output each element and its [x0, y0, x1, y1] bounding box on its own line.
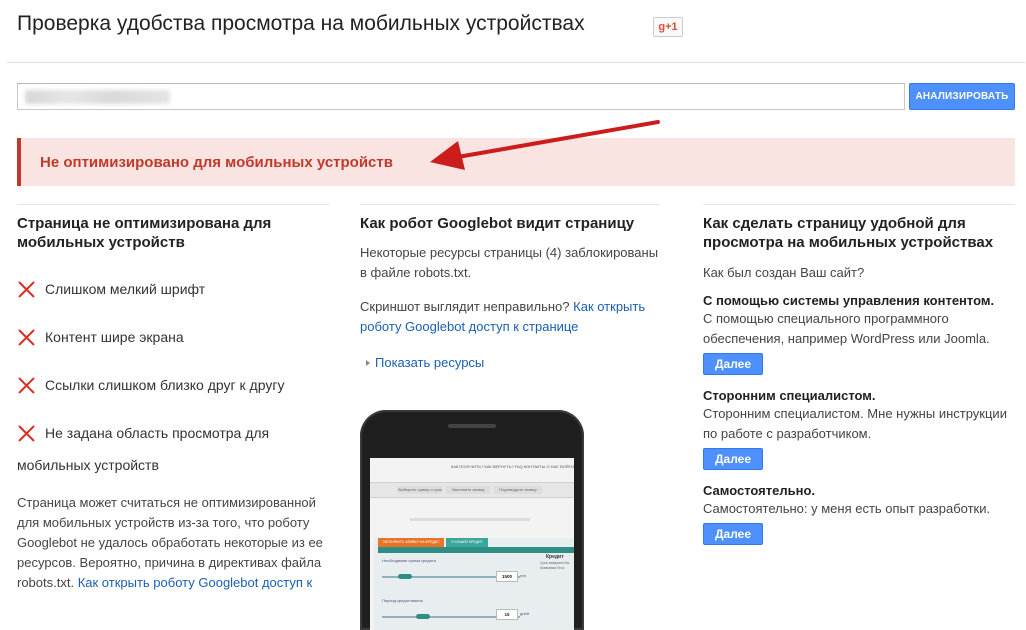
column-divider	[703, 204, 1015, 205]
option-title: Сторонним специалистом.	[703, 388, 876, 403]
show-resources-toggle[interactable]: Показать ресурсы	[360, 355, 660, 370]
issue-item-continuation: мобильных устройств	[17, 457, 159, 473]
mini-amount-box: 1500	[496, 571, 518, 582]
how-to-fix-column: Как сделать страницу удобной для просмот…	[703, 204, 1015, 545]
phone-speaker	[448, 424, 496, 428]
explanation-text: Страница может считаться не оптимизирова…	[17, 495, 323, 590]
option-description: С помощью специального программного обес…	[703, 311, 990, 346]
issues-title: Страница не оптимизирована для мобильных…	[17, 215, 272, 251]
column-divider	[17, 204, 330, 205]
mini-tab-teal: О НАШЕЙ КРЕДИТ	[446, 538, 488, 547]
site-creation-question: Как был создан Ваш сайт?	[703, 265, 865, 280]
issue-item: Слишком мелкий шрифт	[17, 279, 330, 299]
header-divider	[7, 62, 1025, 63]
screenshot-question: Скриншот выглядит неправильно? Как откры…	[360, 299, 646, 334]
blurred-url-value	[25, 90, 170, 104]
mini-tab-orange: ЗАПОЛНИТЬ ЗАЯВКУ НА КРЕДИТ	[378, 538, 444, 547]
mini-step-tab: Подтвердите заявку	[494, 486, 542, 494]
issues-column: Страница не оптимизирована для мобильных…	[17, 204, 330, 593]
red-x-icon	[18, 329, 35, 346]
result-alert: Не оптимизировано для мобильных устройст…	[17, 138, 1015, 186]
expand-triangle-icon	[366, 360, 370, 366]
mini-period-knob	[416, 614, 430, 619]
option-specialist: Сторонним специалистом. Сторонним специа…	[703, 388, 1015, 470]
phone-screenshot: КАК ПОЛУЧИТЬ? КАК ВЕРНУТЬ? FAQ КОНТАКТЫ …	[370, 458, 574, 630]
mini-step-tab: Выберите сумму и срок	[398, 486, 442, 494]
google-plus-one-button[interactable]: g+1	[653, 17, 683, 37]
mini-period-box: 15	[496, 609, 518, 620]
googlebot-view-column: Как робот Googlebot видит страницу Некот…	[360, 204, 660, 370]
mini-card-header	[378, 547, 574, 553]
mini-side-text: Срок возврата Вы Компании Игос	[540, 561, 570, 570]
mini-nav: КАК ПОЛУЧИТЬ? КАК ВЕРНУТЬ? FAQ КОНТАКТЫ …	[450, 464, 574, 469]
mini-amount-label: Необходимая сумма кредита	[382, 558, 436, 563]
mini-period-unit: дней	[520, 611, 530, 616]
how-to-fix-title: Как сделать страницу удобной для просмот…	[703, 215, 994, 251]
option-description: Самостоятельно: у меня есть опыт разрабо…	[703, 501, 991, 516]
mini-side-title: Кредит	[546, 554, 564, 560]
result-alert-text: Не оптимизировано для мобильных устройст…	[40, 154, 393, 171]
issue-item: Ссылки слишком близко друг к другу	[17, 375, 330, 395]
option-cms: С помощью системы управления контентом. …	[703, 293, 1015, 375]
issue-item: Контент шире экрана	[17, 327, 330, 347]
next-button-cms[interactable]: Далее	[703, 353, 763, 375]
red-x-icon	[18, 281, 35, 298]
red-x-icon	[18, 425, 35, 442]
blocked-resources-text: Некоторые ресурсы страницы (4) заблокиро…	[360, 245, 659, 280]
analyze-button[interactable]: АНАЛИЗИРОВАТЬ	[909, 83, 1015, 110]
option-title: Самостоятельно.	[703, 483, 816, 498]
mini-step-tab: Заполните заявку	[446, 486, 490, 494]
mini-steps-bar: Выберите сумму и срок Заполните заявку П…	[370, 482, 574, 498]
next-button-self[interactable]: Далее	[703, 523, 763, 545]
explanation-link[interactable]: Как открыть роботу Googlebot доступ к	[78, 575, 313, 590]
issue-item: Не задана область просмотра для	[17, 423, 330, 443]
page-title: Проверка удобства просмотра на мобильных…	[17, 12, 585, 35]
phone-preview: КАК ПОЛУЧИТЬ? КАК ВЕРНУТЬ? FAQ КОНТАКТЫ …	[360, 410, 584, 630]
mini-amount-knob	[398, 574, 412, 579]
option-title: С помощью системы управления контентом.	[703, 293, 995, 308]
red-x-icon	[18, 377, 35, 394]
mini-amount-unit: грн.	[520, 573, 528, 578]
url-input[interactable]	[17, 83, 905, 110]
mini-text-line	[410, 518, 530, 521]
column-divider	[360, 204, 660, 205]
next-button-specialist[interactable]: Далее	[703, 448, 763, 470]
mini-period-label: Период кредитования	[382, 598, 423, 603]
option-description: Сторонним специалистом. Мне нужны инстру…	[703, 406, 1007, 441]
googlebot-view-title: Как робот Googlebot видит страницу	[360, 215, 635, 232]
option-self: Самостоятельно. Самостоятельно: у меня е…	[703, 483, 1015, 545]
